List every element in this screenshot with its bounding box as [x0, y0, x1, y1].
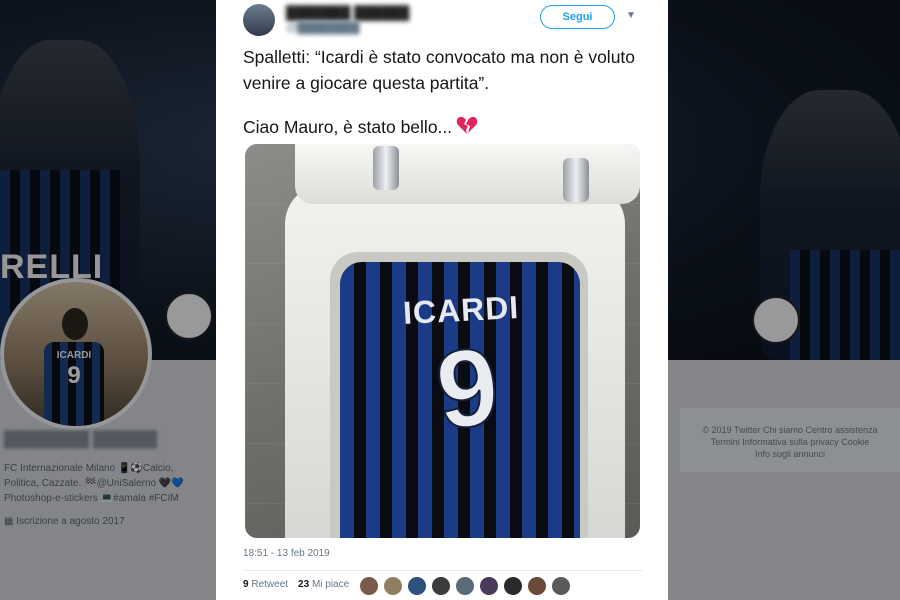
profile-bio: FC Internazionale Milano 📱⚽Calcio, Polit… — [4, 461, 209, 506]
liker-avatar[interactable] — [479, 576, 499, 596]
avatar-jersey-name: ICARDI — [56, 350, 92, 361]
image-jersey-number: 9 — [430, 323, 506, 454]
tweet-stats: 9 Retweet 23 Mi piace — [243, 579, 349, 590]
avatar-head — [62, 308, 88, 340]
tweet-author-name-blurred[interactable]: ███████ ██████ — [286, 5, 409, 20]
profile-info: ████████ ██████ FC Internazionale Milano… — [4, 432, 209, 529]
tweet-text-line-2: Ciao Mauro, è stato bello... — [243, 114, 643, 142]
likes-count: 23 — [298, 579, 310, 590]
chevron-down-icon[interactable]: ▼ — [626, 10, 636, 21]
liker-avatar[interactable] — [359, 576, 379, 596]
bio-line: FC Internazionale Milano 📱⚽Calcio, — [4, 463, 174, 474]
tweet-image[interactable]: ICARDI 9 — [245, 144, 640, 538]
image-jersey-name: ICARDI — [402, 288, 521, 332]
profile-name-blurred: ████████ ██████ — [4, 431, 157, 448]
tweet-author-avatar[interactable] — [243, 4, 275, 36]
joined-date: ▦ Iscrizione a agosto 2017 — [4, 514, 209, 529]
tweet-text: Spalletti: “Icardi è stato convocato ma … — [243, 44, 643, 160]
retweet-count: 9 — [243, 579, 249, 590]
profile-avatar[interactable]: ICARDI 9 — [0, 278, 152, 430]
bio-line: Politica, Cazzate. 🏁@UniSalerno 🖤💙 — [4, 478, 184, 489]
likes-label: Mi piace — [311, 579, 350, 590]
image-hinge-right — [563, 158, 589, 202]
banner-jersey-right — [790, 250, 900, 360]
retweet-stat[interactable]: 9 Retweet — [243, 579, 288, 590]
liker-avatars — [359, 576, 571, 596]
champions-ball-icon — [752, 296, 800, 344]
tweet-author-handle-blurred[interactable]: @████████ — [286, 22, 360, 34]
broken-heart-icon — [456, 116, 478, 142]
tweet-card: ███████ ██████ @████████ Segui ▼ Spallet… — [216, 0, 668, 600]
champions-ball-icon — [165, 292, 213, 340]
divider — [243, 570, 643, 571]
footer-line[interactable]: © 2019 Twitter Chi siamo Centro assisten… — [690, 424, 890, 436]
image-hinge-left — [373, 146, 399, 190]
bio-line: Photoshop-e-stickers 💻#amala #FCIM — [4, 493, 179, 504]
likes-stat[interactable]: 23 Mi piace — [298, 579, 349, 590]
tweet-text-line: Spalletti: “Icardi è stato convocato ma … — [243, 47, 636, 93]
footer-links: © 2019 Twitter Chi siamo Centro assisten… — [690, 424, 890, 460]
liker-avatar[interactable] — [383, 576, 403, 596]
liker-avatar[interactable] — [407, 576, 427, 596]
liker-avatar[interactable] — [527, 576, 547, 596]
liker-avatar[interactable] — [551, 576, 571, 596]
liker-avatar[interactable] — [455, 576, 475, 596]
tweet-timestamp[interactable]: 18:51 - 13 feb 2019 — [243, 548, 330, 559]
liker-avatar[interactable] — [503, 576, 523, 596]
footer-line[interactable]: Info sugli annunci — [690, 448, 890, 460]
liker-avatar[interactable] — [431, 576, 451, 596]
joined-text: Iscrizione a agosto 2017 — [16, 516, 125, 527]
tweet-text-line: Ciao Mauro, è stato bello... — [243, 117, 453, 137]
avatar-jersey-number: 9 — [67, 362, 81, 389]
footer-line[interactable]: Termini Informativa sulla privacy Cookie — [690, 436, 890, 448]
retweet-label: Retweet — [251, 579, 289, 590]
calendar-icon: ▦ — [4, 516, 14, 527]
follow-button[interactable]: Segui — [540, 5, 615, 29]
